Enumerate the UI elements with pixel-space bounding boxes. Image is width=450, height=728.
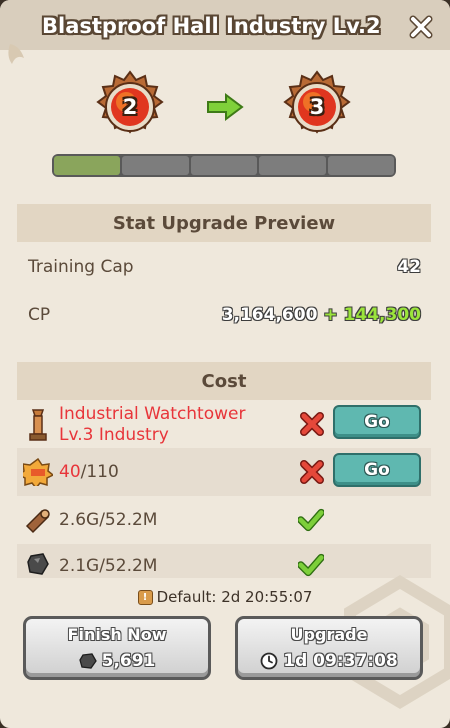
upgrade-progress-bar (52, 154, 396, 177)
progress-segment (327, 156, 395, 175)
stat-preview-header: Stat Upgrade Preview (17, 204, 431, 242)
progress-segment (122, 156, 189, 175)
go-button-requirement[interactable]: Go (333, 405, 421, 439)
finish-now-button[interactable]: Finish Now 5,691 (23, 616, 211, 680)
checkmark-icon (298, 553, 324, 577)
badge-amount: 40/110 (59, 462, 119, 482)
default-time-line: ! Default: 2d 20:55:07 (0, 586, 450, 608)
finish-now-cost: 5,691 (26, 651, 208, 671)
badge-icon (23, 458, 53, 486)
cost-row-badge: 40/110 Go (17, 448, 431, 496)
go-button-badge[interactable]: Go (333, 453, 421, 487)
upgrade-time-value: 1d 09:37:08 (283, 651, 398, 671)
requirement-name-line1: Industrial Watchtower (59, 404, 246, 424)
wood-amount: 2.6G/52.2M (59, 510, 158, 530)
panel-header: Blastproof Hall Industry Lv.2 (0, 0, 450, 64)
stat-row-training-cap: Training Cap 42 (17, 244, 431, 292)
stat-label: Training Cap (28, 257, 134, 277)
stat-value-group: 3,164,600 + 144,300 (222, 305, 421, 325)
requirement-name: Industrial Watchtower Lv.3 Industry (59, 404, 245, 446)
stat-bonus: + 144,300 (323, 305, 421, 325)
ore-amount: 2.1G/52.2M (59, 556, 158, 576)
badge-need: /110 (80, 462, 119, 482)
close-button[interactable] (406, 12, 436, 42)
checkmark-icon (298, 508, 324, 532)
current-level-badge: 2 (93, 70, 167, 144)
cost-row-wood: 2.6G/52.2M (17, 496, 431, 544)
progress-segment (54, 156, 121, 175)
upgrade-panel: Blastproof Hall Industry Lv.2 2 3 Stat U… (0, 0, 450, 728)
stat-value: 42 (397, 257, 421, 277)
finish-now-cost-value: 5,691 (101, 651, 156, 671)
finish-now-label: Finish Now (67, 625, 167, 644)
arrow-right-icon (207, 93, 244, 121)
requirement-name-line2: Lv.3 Industry (59, 425, 169, 445)
ore-icon (27, 553, 49, 575)
stat-label: CP (28, 305, 51, 325)
default-time-text: Default: 2d 20:55:07 (156, 588, 313, 606)
watchtower-icon (29, 409, 47, 441)
stat-value: 3,164,600 (221, 305, 318, 325)
ore-icon (78, 653, 97, 669)
info-icon: ! (137, 589, 153, 605)
clock-icon (260, 652, 278, 670)
next-level-badge: 3 (280, 70, 354, 144)
cost-header: Cost (17, 362, 431, 400)
cross-icon (300, 412, 324, 436)
stat-row-cp: CP 3,164,600 + 144,300 (17, 292, 431, 340)
cross-icon (300, 460, 324, 484)
close-icon (409, 15, 433, 39)
panel-title: Blastproof Hall Industry Lv.2 (42, 14, 381, 38)
upgrade-label: Upgrade (290, 625, 368, 644)
wood-log-icon (25, 509, 50, 534)
next-level-number: 3 (309, 95, 325, 119)
progress-segment (259, 156, 326, 175)
upgrade-time: 1d 09:37:08 (238, 651, 420, 671)
current-level-number: 2 (122, 95, 138, 119)
badge-have: 40 (59, 462, 81, 482)
cost-row-requirement: Industrial Watchtower Lv.3 Industry Go (17, 400, 431, 448)
upgrade-button[interactable]: Upgrade 1d 09:37:08 (235, 616, 423, 680)
progress-segment (190, 156, 258, 175)
splatter-decoration (8, 44, 24, 64)
